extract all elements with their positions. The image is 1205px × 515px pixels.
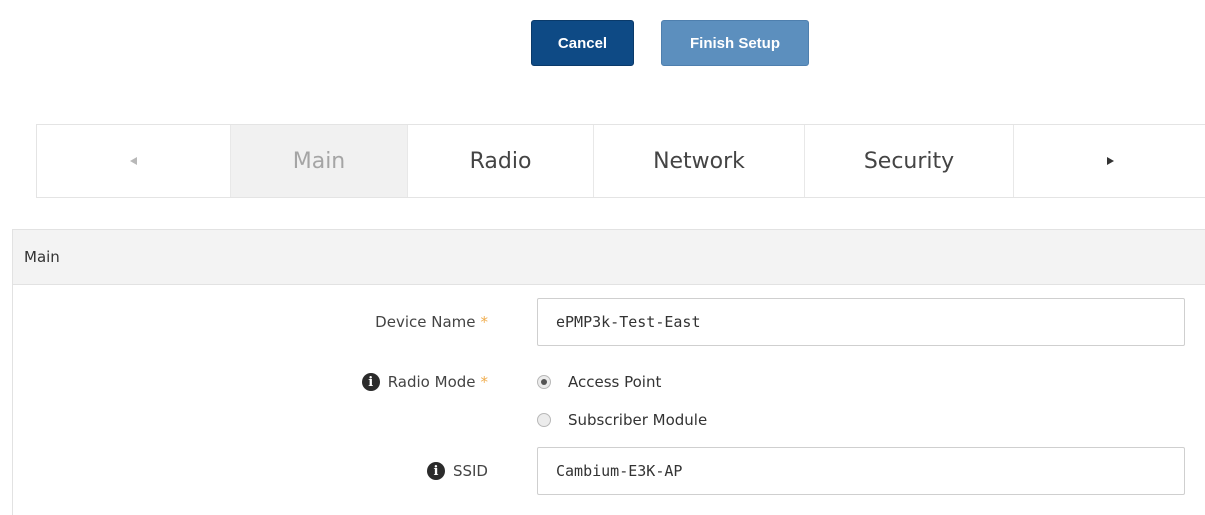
device-name-input[interactable] xyxy=(537,298,1185,346)
tab-strip: Main Radio Network Security xyxy=(36,124,1205,198)
device-name-label: Device Name * xyxy=(300,310,488,334)
radio-selected-dot xyxy=(541,379,547,385)
radio-option-subscriber-module[interactable]: Subscriber Module xyxy=(537,408,707,432)
tab-label: Main xyxy=(292,148,346,174)
tab-label: Radio xyxy=(469,148,532,174)
tab-security[interactable]: Security xyxy=(804,125,1013,197)
setup-wizard-page: Cancel Finish Setup Main Radio Network S… xyxy=(0,0,1205,515)
subscriber-module-radio[interactable] xyxy=(537,413,551,427)
access-point-radio[interactable] xyxy=(537,375,551,389)
ssid-input[interactable] xyxy=(537,447,1185,495)
subscriber-module-label: Subscriber Module xyxy=(568,411,708,429)
ssid-label-text: SSID xyxy=(452,462,488,480)
info-icon[interactable]: i xyxy=(426,462,445,480)
caret-left-icon xyxy=(130,157,137,165)
tab-label: Network xyxy=(653,148,745,174)
finish-setup-button[interactable]: Finish Setup xyxy=(661,20,809,66)
radio-mode-label: i Radio Mode * xyxy=(300,370,488,394)
access-point-label: Access Point xyxy=(568,373,662,391)
required-asterisk: * xyxy=(480,313,489,331)
required-asterisk: * xyxy=(480,373,489,391)
tab-scroll-left-button[interactable] xyxy=(37,125,230,197)
radio-mode-label-text: Radio Mode xyxy=(387,373,476,391)
tab-radio[interactable]: Radio xyxy=(407,125,593,197)
tab-main[interactable]: Main xyxy=(230,125,407,197)
tab-network[interactable]: Network xyxy=(593,125,804,197)
section-title: Main xyxy=(13,230,1205,285)
tab-scroll-right-button[interactable] xyxy=(1013,125,1205,197)
tab-label: Security xyxy=(863,148,955,174)
info-icon[interactable]: i xyxy=(361,373,380,391)
caret-right-icon xyxy=(1106,157,1114,165)
cancel-button[interactable]: Cancel xyxy=(531,20,634,66)
device-name-label-text: Device Name xyxy=(375,313,476,331)
ssid-label: i SSID xyxy=(300,459,488,483)
radio-option-access-point[interactable]: Access Point xyxy=(537,370,661,394)
